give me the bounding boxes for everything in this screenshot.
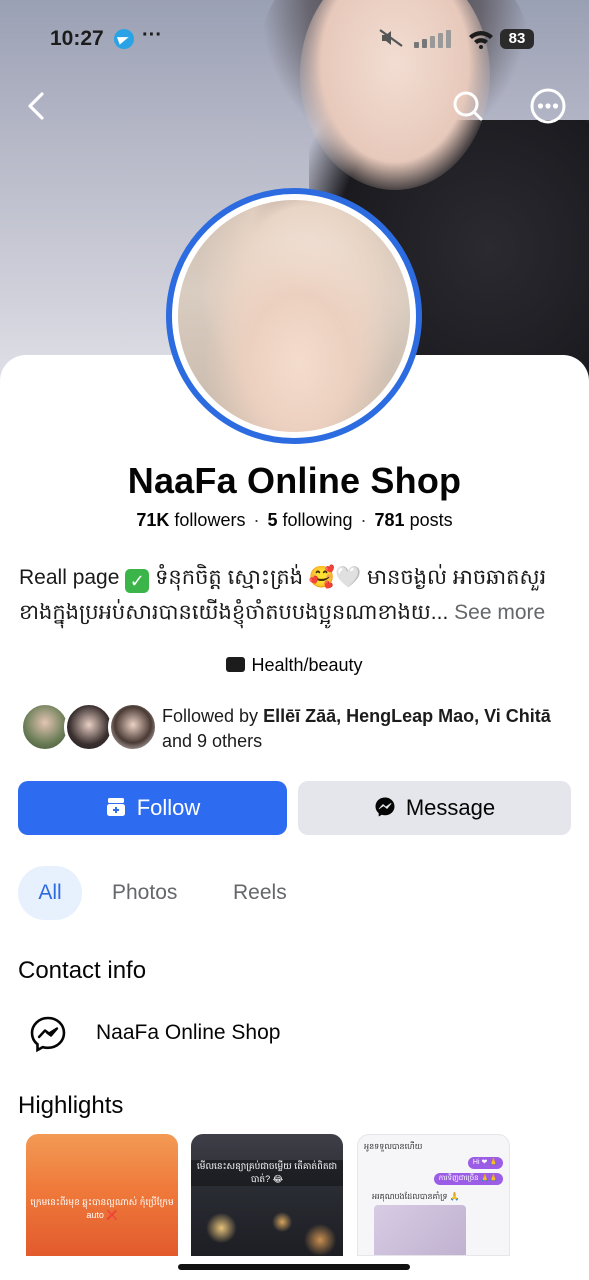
back-button[interactable] [18, 86, 58, 126]
highlight-chat-bubble: Hi ❤ 🙏 [467, 1157, 503, 1169]
category-label: Health/beauty [251, 655, 363, 675]
home-indicator[interactable] [178, 1264, 410, 1270]
highlight-text: ក្រេមនេះពីរមុខ ឆ្លុះ​បានល្អណាស់ កុំ​ប្រើ… [30, 1197, 174, 1220]
page-title: NaaFa Online Shop [127, 460, 462, 501]
follow-button[interactable]: Follow [18, 781, 287, 835]
message-label: Message [405, 795, 496, 820]
followed-names: Ellēī Zāā, HengLeap Mao, Vi Chitā [263, 706, 551, 726]
follow-label: Follow [136, 795, 201, 820]
bio-text-b: ទំនុកចិត្ត ស្មោះត្រង់ 🥰🤍 មានចង្ងល់ អាចឆា… [155, 566, 547, 589]
search-button[interactable] [448, 86, 488, 126]
profile-bio: Reall page ✓ ទំនុកចិត្ត ស្មោះត្រង់ 🥰🤍 មា… [19, 560, 579, 630]
highlight-item[interactable]: ក្រេមនេះពីរមុខ ឆ្លុះ​បានល្អណាស់ កុំ​ប្រើ… [26, 1134, 178, 1256]
follow-icon [106, 798, 125, 816]
bio-line-1: Reall page ✓ ទំនុកចិត្ត ស្មោះត្រង់ 🥰🤍 មា… [19, 560, 579, 595]
follower-avatar [20, 702, 70, 752]
bio-text-c: ខាងក្នុងប្រអប់សារបានយើងខ្ញុំចាំតបបងប្អូន… [19, 601, 449, 624]
more-options-button[interactable] [528, 86, 568, 126]
stat-separator: · [360, 510, 367, 530]
messenger-icon [30, 1016, 66, 1053]
profile-avatar[interactable] [166, 188, 422, 444]
contact-info-heading: Contact info [18, 957, 147, 984]
mute-icon [379, 29, 403, 47]
contact-messenger-row[interactable]: NaaFa Online Shop [28, 1014, 568, 1054]
telegram-icon [114, 29, 134, 49]
check-mark-icon: ✓ [125, 569, 150, 593]
followed-by-text: Followed by Ellēī Zāā, HengLeap Mao, Vi … [162, 704, 572, 754]
stat-separator: · [253, 510, 260, 530]
status-time: 10:27 [50, 27, 104, 50]
highlight-item[interactable]: មើលនេះសន្យាគ្រប់ជាចម្លើយ តើគាត់ពិតជាបាត់… [191, 1134, 343, 1256]
followed-prefix: Followed by [162, 706, 259, 726]
following-count: 5 [267, 510, 278, 530]
page-category: Health/beauty [0, 655, 589, 676]
status-more: ··· [142, 24, 162, 46]
posts-stat: 781 posts [375, 510, 453, 530]
posts-label: posts [409, 510, 453, 530]
status-bar: 10:27 ··· 83 [0, 24, 589, 56]
highlight-image [191, 1204, 343, 1256]
followers-count: 71K [136, 510, 170, 530]
highlight-image [374, 1205, 466, 1255]
followed-by[interactable]: Followed by Ellēī Zāā, HengLeap Mao, Vi … [20, 702, 580, 752]
posts-count: 781 [374, 510, 405, 530]
bio-line-2: ខាងក្នុងប្រអប់សារបានយើងខ្ញុំចាំតបបងប្អូន… [19, 595, 579, 630]
profile-stats: 71K followers · 5 following · 781 posts [0, 510, 589, 531]
highlight-text: មើលនេះសន្យាគ្រប់ជាចម្លើយ តើគាត់ពិតជាបាត់… [191, 1160, 343, 1186]
battery-indicator: 83 [500, 29, 534, 49]
followed-suffix: and 9 others [162, 731, 263, 751]
tab-photos[interactable]: Photos [112, 866, 177, 920]
tab-all[interactable]: All [18, 866, 82, 920]
following-label: following [282, 510, 353, 530]
highlight-chat-bubble: ការ​ទិញ​ជា​ច្រើន 🙏🙏 [433, 1173, 503, 1185]
followers-label: followers [174, 510, 246, 530]
following-stat[interactable]: 5 following [267, 510, 352, 530]
see-more-link[interactable]: See more [454, 601, 545, 624]
message-button[interactable]: Message [298, 781, 571, 835]
follower-avatar [64, 702, 114, 752]
cellular-signal-icon [414, 30, 451, 48]
bio-text-a: Reall page [19, 566, 120, 589]
messenger-icon [375, 797, 395, 817]
tab-reels[interactable]: Reels [233, 866, 287, 920]
wifi-icon [469, 31, 493, 49]
contact-messenger-name: NaaFa Online Shop [96, 1021, 281, 1044]
followers-stat[interactable]: 71K followers [136, 510, 245, 530]
category-icon [226, 657, 246, 672]
highlight-chat-caption: អរគុណបងដែលបានគាំទ្រ 🙏 [372, 1192, 460, 1201]
highlights-heading: Highlights [18, 1092, 124, 1119]
highlight-chat-header: អូនទទួលបានហើយ [364, 1142, 423, 1151]
follower-avatar [108, 702, 158, 752]
profile-photo [178, 200, 410, 432]
highlight-item[interactable]: អូនទទួលបានហើយ Hi ❤ 🙏 ការ​ទិញ​ជា​ច្រើន 🙏🙏… [357, 1134, 510, 1256]
